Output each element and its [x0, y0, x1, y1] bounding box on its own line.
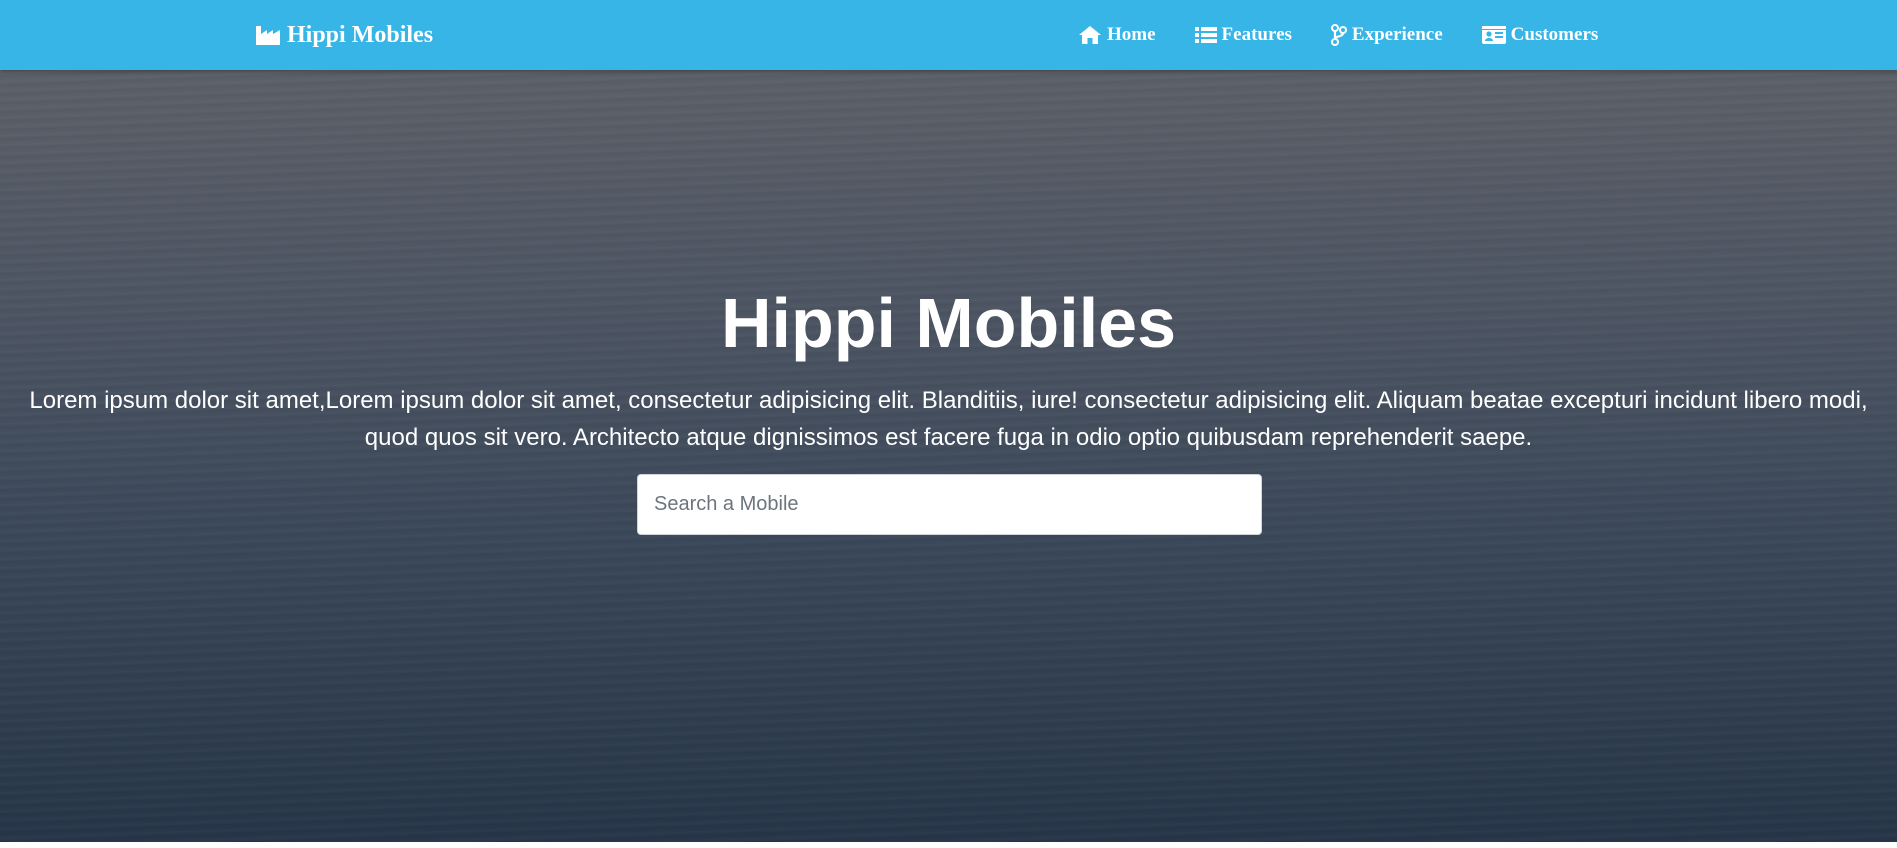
nav-link-home[interactable]: Home: [1078, 24, 1156, 46]
code-branch-icon: [1330, 24, 1347, 46]
list-icon: [1194, 26, 1217, 44]
nav-link-label: Experience: [1351, 24, 1443, 45]
nav-link-label: Features: [1221, 24, 1292, 45]
search-input[interactable]: [637, 474, 1262, 535]
nav-links: Home Features Experience Customers: [1078, 0, 1637, 70]
nav-link-experience[interactable]: Experience: [1330, 24, 1443, 46]
nav-link-customers[interactable]: Customers: [1481, 24, 1599, 46]
navbar: Hippi Mobiles Home Features Experience C…: [0, 0, 1897, 70]
home-icon: [1078, 25, 1102, 45]
hero-description: Lorem ipsum dolor sit amet,Lorem ipsum d…: [29, 387, 1868, 451]
hero-title: Hippi Mobiles: [721, 284, 1176, 362]
id-card-icon: [1481, 26, 1506, 44]
nav-link-label: Customers: [1510, 24, 1599, 45]
brand-link[interactable]: Hippi Mobiles: [255, 0, 433, 70]
industry-icon: [255, 24, 281, 46]
nav-link-features[interactable]: Features: [1194, 24, 1292, 46]
brand-label: Hippi Mobiles: [287, 21, 434, 48]
hero-section: Hippi Mobiles Lorem ipsum dolor sit amet…: [0, 70, 1897, 842]
nav-link-label: Home: [1107, 24, 1156, 45]
